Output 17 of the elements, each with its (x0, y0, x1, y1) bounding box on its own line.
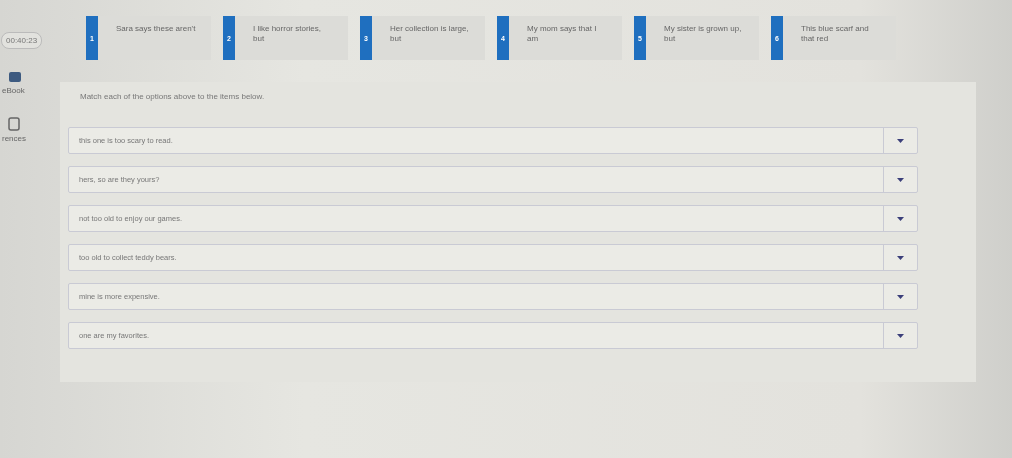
caret-icon (897, 333, 904, 338)
sidebar-label[interactable]: eBook (2, 86, 25, 95)
timer-badge: 00:40:23 (1, 32, 43, 49)
sidebar-label[interactable]: rences (2, 134, 26, 143)
caret-icon (897, 216, 904, 221)
caret-icon (897, 177, 904, 182)
option-text: My sister is grown up, but (663, 23, 743, 45)
caret-icon (897, 138, 904, 143)
option-text: Sara says these aren't (115, 23, 196, 35)
caret-icon (897, 255, 904, 260)
option-text: My mom says that I am (526, 23, 598, 45)
option-text: Her collection is large, but (389, 23, 470, 45)
instructions: Match each of the options above to the items below. (80, 92, 266, 101)
option-text: This blue scarf and that red (800, 23, 870, 45)
document-icon[interactable] (8, 117, 20, 131)
option-text: I like horror stories, but (252, 23, 323, 45)
caret-icon (897, 294, 904, 299)
